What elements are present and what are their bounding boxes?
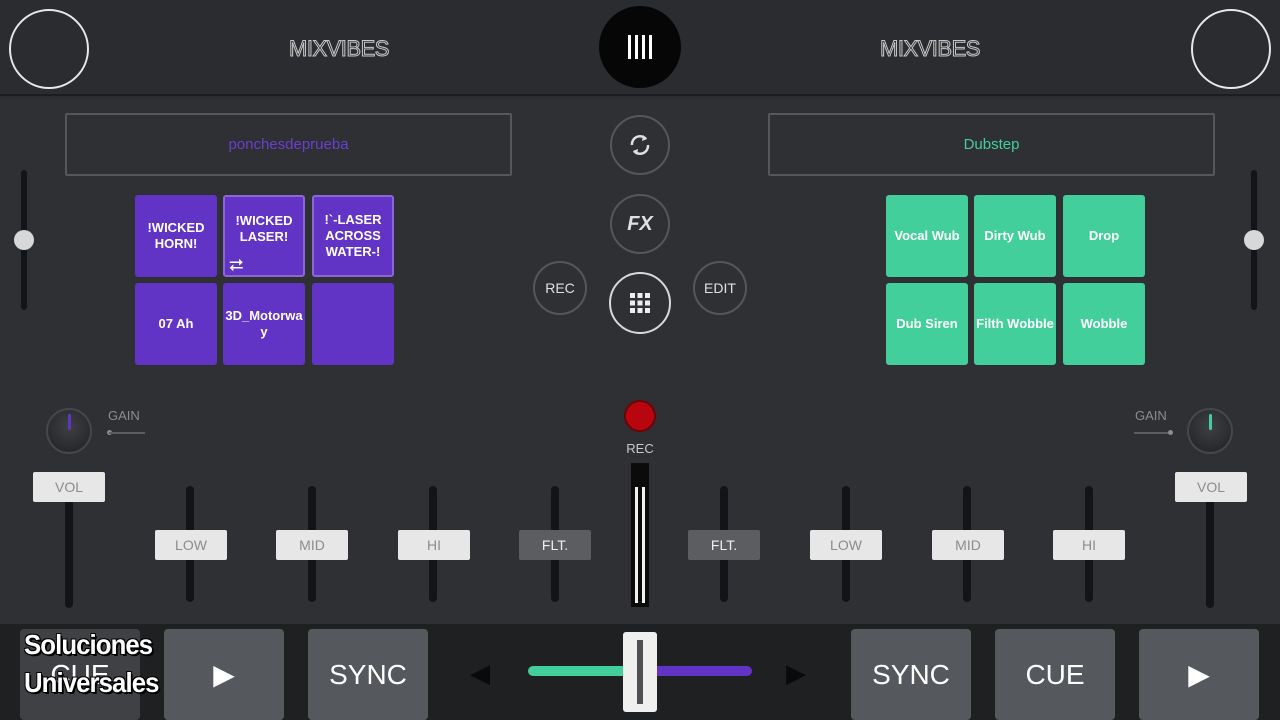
- grid-icon: [630, 293, 650, 313]
- refresh-icon: [630, 135, 650, 155]
- play-icon: ▶: [1188, 659, 1210, 690]
- deck-b-brand-label: MIXVIBES: [880, 36, 981, 62]
- deck-b-pitch-handle[interactable]: [1244, 230, 1264, 250]
- deck-b-hi-eq-fader[interactable]: HI: [1053, 530, 1125, 560]
- deck-a-pack-name: ponchesdeprueba: [228, 136, 349, 153]
- watermark: Soluciones Universales: [24, 629, 159, 698]
- deck-b-pad-1[interactable]: Vocal Wub: [886, 195, 968, 277]
- vu-meter: [631, 463, 649, 607]
- play-icon: ▶: [213, 659, 235, 690]
- deck-a-pad-2[interactable]: !WICKED LASER! ⮂: [223, 195, 305, 277]
- sync-loop-button[interactable]: [610, 115, 670, 175]
- deck-a-pad-5[interactable]: 3D_Motorwa y: [223, 283, 305, 365]
- deck-b-filter-fader[interactable]: FLT.: [688, 530, 760, 560]
- deck-b-volume-fader[interactable]: VOL: [1175, 472, 1247, 502]
- menu-button[interactable]: [599, 6, 681, 88]
- deck-a-play-button[interactable]: ▶: [164, 629, 284, 720]
- deck-a-pad-6[interactable]: [312, 283, 394, 365]
- deck-b-sync-button[interactable]: SYNC: [851, 629, 971, 720]
- mixer-panel: ponchesdeprueba Dubstep !WICKED HORN! !W…: [0, 98, 1280, 624]
- top-bar: MIXVIBES MIXVIBES: [0, 0, 1280, 96]
- deck-b-pad-4[interactable]: Dub Siren: [886, 283, 968, 365]
- deck-b-gain-knob[interactable]: [1187, 408, 1233, 454]
- record-button[interactable]: [624, 400, 656, 432]
- record-label: REC: [626, 441, 654, 456]
- deck-b-pack-selector[interactable]: Dubstep: [768, 113, 1215, 176]
- deck-a-sync-button[interactable]: SYNC: [308, 629, 428, 720]
- deck-b-gain-label: GAIN: [1135, 408, 1167, 423]
- menu-icon: [628, 35, 631, 59]
- deck-a-hi-eq-fader[interactable]: HI: [398, 530, 470, 560]
- loop-icon: ⮂: [229, 255, 244, 275]
- crossfader-right-arrow-icon[interactable]: ▶: [786, 658, 806, 689]
- deck-b-mid-eq-fader[interactable]: MID: [932, 530, 1004, 560]
- deck-b-pad-2[interactable]: Dirty Wub: [974, 195, 1056, 277]
- deck-a-jog-wheel[interactable]: [9, 9, 89, 89]
- deck-a-volume-fader[interactable]: VOL: [33, 472, 105, 502]
- deck-a-gain-knob[interactable]: [46, 408, 92, 454]
- deck-a-low-eq-fader[interactable]: LOW: [155, 530, 227, 560]
- deck-a-mid-eq-fader[interactable]: MID: [276, 530, 348, 560]
- crossfader-handle[interactable]: [623, 632, 657, 712]
- deck-b-play-button[interactable]: ▶: [1139, 629, 1259, 720]
- deck-b-low-eq-fader[interactable]: LOW: [810, 530, 882, 560]
- pads-grid-button[interactable]: [609, 272, 671, 334]
- deck-b-jog-wheel[interactable]: [1191, 9, 1271, 89]
- deck-a-pack-selector[interactable]: ponchesdeprueba: [65, 113, 512, 176]
- transport-bar: CUE ▶ SYNC ◀ ▶ SYNC CUE ▶: [0, 624, 1280, 720]
- deck-a-pad-3[interactable]: !`-LASER ACROSS WATER-!: [312, 195, 394, 277]
- deck-b-cue-button[interactable]: CUE: [995, 629, 1115, 720]
- deck-a-filter-fader[interactable]: FLT.: [519, 530, 591, 560]
- deck-b-pad-3[interactable]: Drop: [1063, 195, 1145, 277]
- rec-mode-button[interactable]: REC: [533, 261, 587, 315]
- deck-a-pad-1[interactable]: !WICKED HORN!: [135, 195, 217, 277]
- deck-a-pitch-slider[interactable]: [14, 170, 34, 310]
- deck-a-pitch-handle[interactable]: [14, 230, 34, 250]
- edit-button[interactable]: EDIT: [693, 261, 747, 315]
- deck-a-gain-label: GAIN: [108, 408, 140, 423]
- deck-b-pad-6[interactable]: Wobble: [1063, 283, 1145, 365]
- deck-a-pad-4[interactable]: 07 Ah: [135, 283, 217, 365]
- crossfader-left-arrow-icon[interactable]: ◀: [470, 658, 490, 689]
- deck-b-pad-5[interactable]: Filth Wobble: [974, 283, 1056, 365]
- deck-b-pack-name: Dubstep: [963, 136, 1020, 153]
- deck-a-brand-label: MIXVIBES: [289, 36, 390, 62]
- deck-b-pitch-slider[interactable]: [1244, 170, 1264, 310]
- fx-button[interactable]: FX: [610, 194, 670, 254]
